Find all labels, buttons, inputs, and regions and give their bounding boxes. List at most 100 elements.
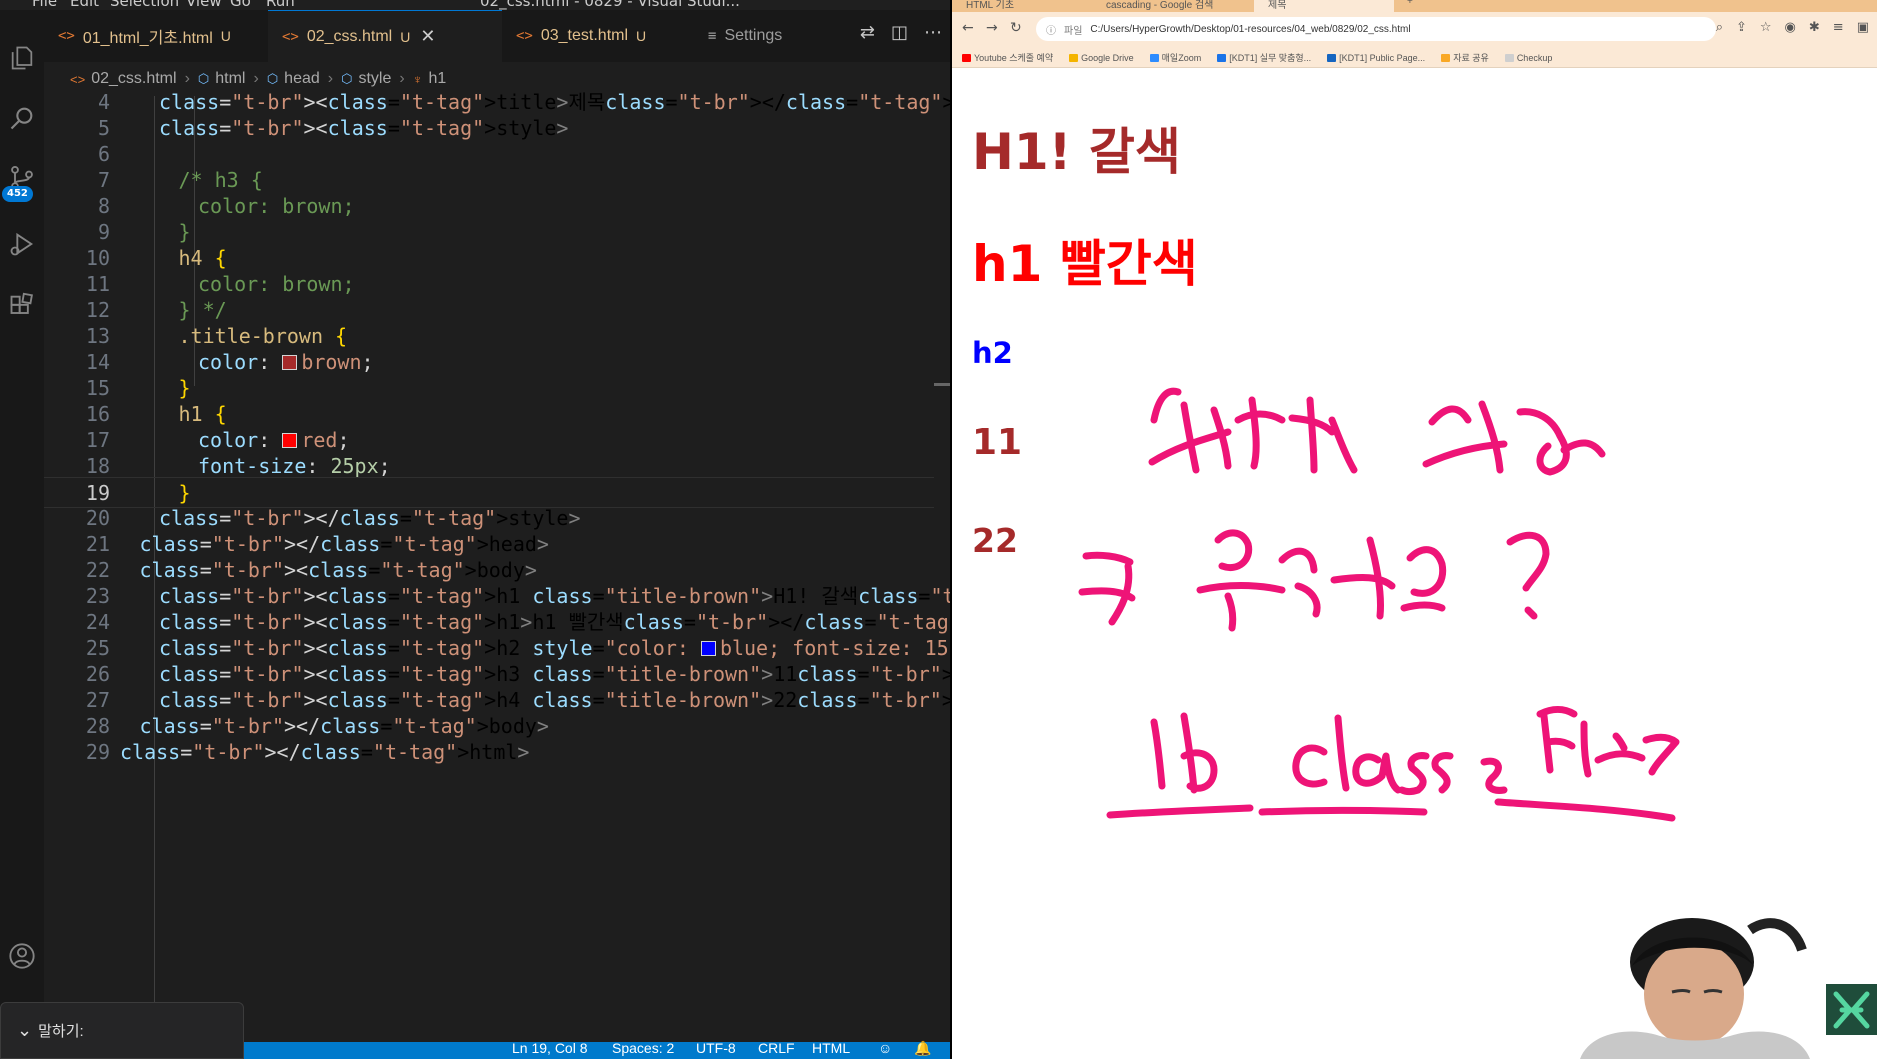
reading-list-icon[interactable]: ≡ [1833,20,1844,35]
url-text: C:/Users/HyperGrowth/Desktop/01-resource… [1090,23,1411,35]
encoding[interactable]: UTF-8 [696,1040,736,1056]
extension-icon[interactable]: ◉ [1785,20,1796,35]
browser-tab-google[interactable]: cascading - Google 검색 [1106,0,1246,12]
zoom-app-icon [1149,54,1159,62]
page-icon [1217,54,1227,62]
forward-icon[interactable]: → [986,20,998,36]
tab-03-test[interactable]: <> 03_test.html U [502,10,682,62]
info-icon[interactable]: ⓘ [1046,22,1056,37]
tab-label: 01_html_기초.html [82,30,213,47]
tab-label: 02_css.html [306,27,393,45]
chevron-right-icon: › [399,70,405,87]
activity-bar: 452 [0,10,44,1059]
heading-h1-brown: H1! 갈색 [972,123,1181,181]
indentation[interactable]: Spaces: 2 [612,1040,674,1056]
tab-label: 03_test.html [540,27,629,44]
split-editor-icon[interactable]: ◫ [891,22,908,43]
menu-bar: File Edit Selection View Go Run 02_css.h… [0,0,952,10]
bookmark-kdt1-practical[interactable]: [KDT1] 실무 맞춤형... [1217,51,1311,64]
address-bar[interactable]: ⓘ 파일 C:/Users/HyperGrowth/Desktop/01-res… [1036,17,1716,41]
language-mode[interactable]: HTML [812,1040,850,1056]
browser-tab-html-basics[interactable]: HTML 기초 [966,0,1096,12]
cursor-position[interactable]: Ln 19, Col 8 [512,1040,588,1056]
chevron-right-icon: › [253,70,259,87]
editor-actions: ⇄ ◫ ⋯ [860,22,942,43]
editor-tab-bar: <> 01_html_기초.html U <> 02_css.html U ✕ … [44,10,952,62]
color-swatch[interactable] [282,355,298,370]
bookmark-star-icon[interactable]: ☆ [1760,20,1772,35]
menu-run[interactable]: Run [266,0,295,10]
html-file-icon: <> [516,28,533,44]
bookmark-checkup[interactable]: Checkup [1504,53,1552,63]
account-icon[interactable] [0,932,44,980]
bookmark-drive[interactable]: Google Drive [1069,53,1134,63]
tab-02-css[interactable]: <> 02_css.html U ✕ [268,10,502,62]
breadcrumb-file[interactable]: 02_css.html [91,70,176,88]
menu-selection[interactable]: Selection [110,0,179,10]
browser-tab-strip: HTML 기초 cascading - Google 검색 제목 + [952,0,1877,12]
menu-edit[interactable]: Edit [70,0,99,10]
back-icon[interactable]: ← [962,20,974,36]
folder-icon [1441,54,1451,62]
sidebar-icon[interactable]: ▣ [1857,20,1869,35]
breadcrumb-html[interactable]: html [215,70,245,88]
toolbar-icons: ⌕ ⇪ ☆ ◉ ✱ ≡ ▣ [1716,20,1869,35]
breadcrumb-h1[interactable]: h1 [428,70,446,88]
close-icon[interactable]: ✕ [420,26,435,47]
bookmark-label: Youtube 스케줄 예약 [974,53,1054,63]
compare-changes-icon[interactable]: ⇄ [860,22,875,43]
element-icon: ⬡ [266,71,279,86]
heading-h2: h2 [972,336,1013,370]
bookmark-label: 자료 공유 [1453,53,1489,63]
notifications-icon[interactable]: 🔔 [914,1040,931,1057]
bookmark-shared[interactable]: 자료 공유 [1441,51,1489,64]
untracked-badge: U [400,28,411,45]
bookmark-label: 매일Zoom [1161,53,1202,63]
code-line[interactable]: 29 class="t-br"></class="t-tag">html> [44,737,934,768]
bookmark-youtube[interactable]: Youtube 스케줄 예약 [962,51,1053,64]
breadcrumb-head[interactable]: head [284,70,320,88]
untracked-badge: U [220,28,231,44]
code-editor[interactable]: 4 class="t-br"><class="t-tag">title>제목cla… [44,90,952,1042]
puzzle-icon[interactable]: ✱ [1809,20,1820,35]
share-icon[interactable]: ⇪ [1736,20,1747,35]
html-file-icon: <> [70,71,86,87]
line-number: 29 [85,740,110,764]
browser-tab-active[interactable]: 제목 [1254,0,1394,12]
untracked-badge: U [636,28,647,44]
html-file-icon: <> [282,28,299,45]
element-icon: ⬡ [341,71,353,86]
bookmark-zoom[interactable]: 매일Zoom [1149,51,1202,64]
menu-file[interactable]: File [32,0,57,10]
reload-icon[interactable]: ↻ [1010,20,1022,36]
selector-icon: ♆ [412,71,423,87]
bookmark-kdt1-public[interactable]: [KDT1] Public Page... [1327,53,1425,63]
source-control-badge: 452 [2,186,33,202]
extensions-icon[interactable] [0,282,44,330]
tab-settings[interactable]: ≡ Settings [694,10,854,62]
color-swatch[interactable] [700,641,716,656]
zoom-icon[interactable]: ⌕ [1716,20,1723,35]
line-ending[interactable]: CRLF [758,1040,795,1056]
run-debug-icon[interactable] [0,220,44,268]
color-swatch[interactable] [282,433,298,448]
bookmarks-bar: Youtube 스케줄 예약 Google Drive 매일Zoom [KDT1… [952,48,1877,68]
explorer-icon[interactable] [0,34,44,82]
breadcrumb-style[interactable]: style [358,70,391,88]
page-icon [1504,53,1514,62]
speak-panel[interactable]: ⌄ 말하기: [0,1002,244,1059]
new-tab-icon[interactable]: + [1407,0,1413,12]
chevron-down-icon[interactable]: ⌄ [17,1020,32,1041]
feedback-icon[interactable]: ☺ [878,1040,892,1056]
tab-01-html[interactable]: <> 01_html_기초.html U [44,10,268,62]
chevron-right-icon: › [327,70,334,87]
heading-h1-red: h1 빨간색 [972,235,1198,293]
tab-label: Settings [724,27,783,44]
browser-window: HTML 기초 cascading - Google 검색 제목 + ← → ↻… [952,0,1877,1059]
heading-h4: 22 [972,521,1018,560]
youtube-icon [962,54,971,62]
menu-go[interactable]: Go [230,0,251,10]
search-icon[interactable] [0,94,44,142]
menu-view[interactable]: View [186,0,222,10]
more-actions-icon[interactable]: ⋯ [924,22,942,43]
